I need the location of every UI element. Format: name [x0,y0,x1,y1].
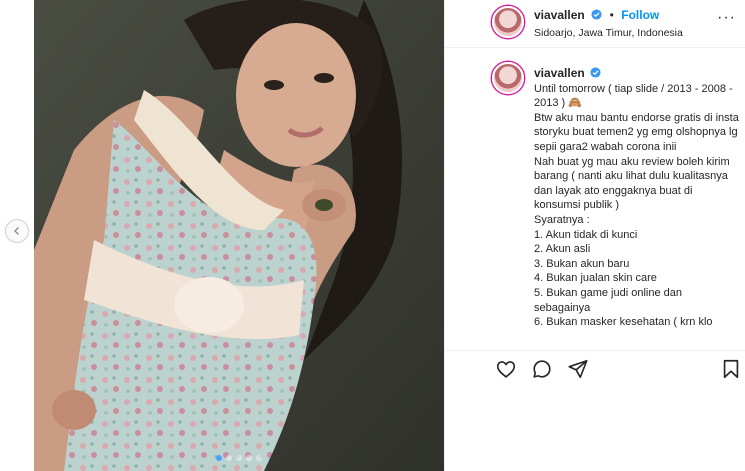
like-button[interactable] [495,358,517,380]
avatar[interactable] [492,6,524,38]
caption-line: Btw aku mau bantu endorse gratis di inst… [534,111,739,153]
photo-illustration [34,0,444,471]
post-photo[interactable] [34,0,444,471]
carousel-dot [256,455,262,461]
post-header: viavallen • Follow Sidoarjo, Jawa Timur,… [445,0,745,48]
previous-post-button[interactable] [5,219,29,243]
caption-line: 2. Akun asli [534,243,591,256]
avatar[interactable] [492,62,524,94]
username-link[interactable]: viavallen [534,8,585,22]
left-gutter [0,0,34,471]
action-bar [445,350,745,388]
follow-button[interactable]: Follow [621,8,659,22]
verified-badge-icon [590,67,601,78]
heart-icon [496,361,516,378]
post-side-panel: viavallen • Follow Sidoarjo, Jawa Timur,… [444,0,745,471]
more-options-button[interactable]: ··· [717,10,736,26]
share-icon [568,359,588,379]
save-button[interactable] [720,358,742,380]
verified-badge-icon [591,9,602,20]
chevron-left-icon [14,227,19,235]
caption-line: Until tomorrow ( tiap slide / 2013 - 200… [534,82,733,110]
comment-button[interactable] [531,358,553,380]
caption-line: Syaratnya : [534,213,590,226]
caption-line: 3. Bukan akun baru [534,257,630,270]
caption: viavallen Until tomorrow ( tiap slide / … [445,58,745,348]
carousel-indicator [34,455,444,461]
caption-line: 6. Bukan masker kesehatan ( krn klo [534,316,713,329]
carousel-dot [226,455,232,461]
carousel-dot [216,455,222,461]
caption-line: Nah buat yg mau aku review boleh kirim b… [534,155,730,212]
caption-body: viavallen Until tomorrow ( tiap slide / … [534,66,740,330]
header-text: viavallen • Follow Sidoarjo, Jawa Timur,… [534,6,683,39]
comment-icon [533,360,551,378]
carousel-dot [236,455,242,461]
separator: • [609,8,614,22]
caption-username-link[interactable]: viavallen [534,66,585,80]
caption-line: 4. Bukan jualan skin care [534,272,657,285]
share-button[interactable] [567,358,589,380]
bookmark-icon [723,359,739,379]
caption-line: 5. Bukan game judi online dan sebagainya [534,286,682,314]
caption-line: 1. Akun tidak di kunci [534,228,638,241]
carousel-dot [246,455,252,461]
location-link[interactable]: Sidoarjo, Jawa Timur, Indonesia [534,27,683,39]
